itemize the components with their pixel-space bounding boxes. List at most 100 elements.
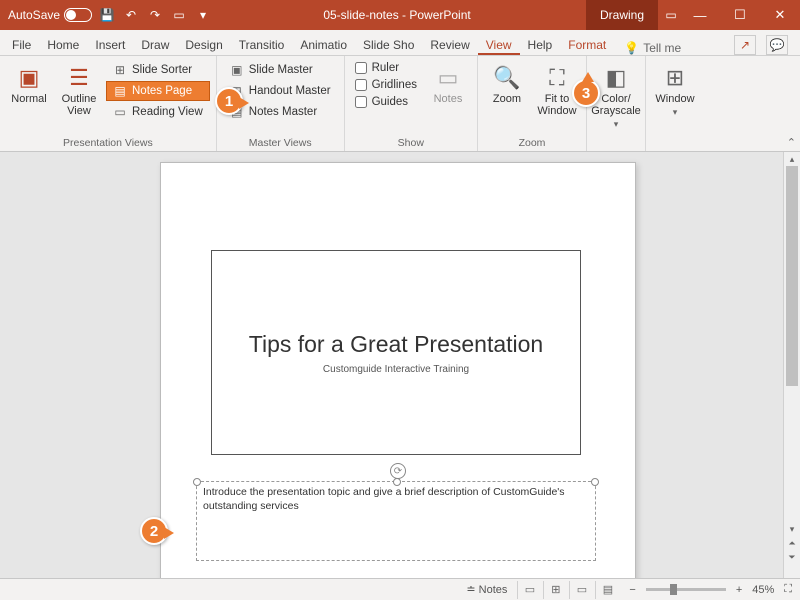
share-button[interactable]: ↗ [734,35,756,55]
fit-to-window-status-icon[interactable]: ⛶ [784,583,792,596]
notes-page-button[interactable]: ▤Notes Page [106,81,210,101]
zoom-out-button[interactable]: − [629,584,635,596]
contextual-tool-tab[interactable]: Drawing [586,0,658,30]
group-show: Ruler Gridlines Guides ▭ Notes Show [345,56,478,151]
callout-1: 1 [215,87,243,115]
start-from-beginning-icon[interactable]: ▭ [170,6,188,24]
close-button[interactable]: ✕ [760,0,800,30]
tab-transitions[interactable]: Transitio [231,34,293,55]
autosave-label: AutoSave [8,8,60,22]
group-label: Presentation Views [6,135,210,149]
autosave-switch-icon[interactable] [64,8,92,22]
ruler-checkbox[interactable]: Ruler [351,60,421,76]
tab-review[interactable]: Review [422,34,477,55]
lightbulb-icon: 💡 [624,41,639,55]
notes-icon: ▭ [438,66,459,90]
slide-master-button[interactable]: ▣Slide Master [223,60,338,80]
zoom-percentage[interactable]: 45% [752,584,774,596]
comments-button[interactable]: 💬 [766,35,788,55]
normal-view-button[interactable]: ▣ Normal [6,60,52,135]
tab-design[interactable]: Design [177,34,230,55]
ribbon-tabs: File Home Insert Draw Design Transitio A… [0,30,800,56]
window-button[interactable]: ⊞ Window ▾ [652,60,698,135]
chevron-down-icon: ▾ [614,120,619,130]
reading-view-button[interactable]: ▭Reading View [106,102,210,122]
reading-view-status-icon[interactable]: ▭ [569,581,593,599]
color-grayscale-icon: ◧ [606,66,627,90]
scroll-up-icon[interactable]: ▴ [784,152,800,166]
notes-page-icon: ▤ [113,84,127,98]
collapse-ribbon-icon[interactable]: ⌃ [787,136,796,149]
slide-title: Tips for a Great Presentation [249,331,543,358]
group-label: Master Views [223,135,338,149]
tab-format[interactable]: Format [560,34,614,55]
group-label: Zoom [484,135,580,149]
prev-slide-icon[interactable]: ⏶ [784,536,800,550]
scrollbar-thumb[interactable] [786,166,798,386]
tab-file[interactable]: File [4,34,39,55]
normal-view-icon: ▣ [19,66,40,90]
window-icon: ⊞ [666,66,684,90]
color-grayscale-button[interactable]: ◧ Color/ Grayscale ▾ [593,60,639,135]
save-icon[interactable]: 💾 [98,6,116,24]
notes-page[interactable]: Tips for a Great Presentation Customguid… [160,162,636,578]
group-color-grayscale: ◧ Color/ Grayscale ▾ [587,56,646,151]
normal-view-status-icon[interactable]: ▭ [517,581,541,599]
rotate-handle-icon[interactable]: ⟳ [390,463,406,479]
callout-2: 2 [140,517,168,545]
fit-window-icon: ⛶ [549,66,564,90]
undo-icon[interactable]: ↶ [122,6,140,24]
slide-thumbnail[interactable]: Tips for a Great Presentation Customguid… [211,250,581,455]
outline-view-button[interactable]: ☰ Outline View [56,60,102,135]
gridlines-checkbox[interactable]: Gridlines [351,77,421,93]
tab-view[interactable]: View [478,34,520,55]
chevron-down-icon: ▾ [673,108,678,118]
scroll-down-icon[interactable]: ▾ [784,522,800,536]
maximize-button[interactable]: ☐ [720,0,760,30]
document-title: 05-slide-notes - PowerPoint [212,8,582,22]
slide-sorter-button[interactable]: ⊞Slide Sorter [106,60,210,80]
qat-dropdown-icon[interactable]: ▾ [194,6,212,24]
selection-handle[interactable] [193,478,201,486]
zoom-slider[interactable] [646,588,726,591]
group-label [593,135,639,149]
ribbon: ▣ Normal ☰ Outline View ⊞Slide Sorter ▤N… [0,56,800,152]
vertical-scrollbar[interactable]: ▴ ▾ ⏶ ⏷ [783,152,800,578]
notes-text-box[interactable]: Introduce the presentation topic and giv… [196,481,596,561]
slide-subtitle: Customguide Interactive Training [323,364,469,375]
outline-view-icon: ☰ [69,66,89,90]
tab-slideshow[interactable]: Slide Sho [355,34,422,55]
minimize-button[interactable]: — [680,0,720,30]
zoom-in-button[interactable]: + [736,584,742,596]
group-presentation-views: ▣ Normal ☰ Outline View ⊞Slide Sorter ▤N… [0,56,217,151]
selection-handle[interactable] [393,478,401,486]
slide-master-icon: ▣ [230,63,244,77]
guides-checkbox[interactable]: Guides [351,94,421,110]
tell-me-label: Tell me [643,41,681,55]
autosave-toggle[interactable]: AutoSave [8,8,92,22]
group-label [652,135,698,149]
callout-3: 3 [572,79,600,107]
group-zoom: 🔍 Zoom ⛶ Fit to Window Zoom [478,56,587,151]
next-slide-icon[interactable]: ⏷ [784,550,800,564]
notes-page-workspace: Tips for a Great Presentation Customguid… [0,152,800,578]
reading-view-icon: ▭ [113,105,127,119]
tab-home[interactable]: Home [39,34,87,55]
tab-draw[interactable]: Draw [133,34,177,55]
notes-toggle[interactable]: ≐ Notes [466,583,507,596]
notes-button: ▭ Notes [425,60,471,135]
selection-handle[interactable] [591,478,599,486]
notes-text: Introduce the presentation topic and giv… [203,486,565,512]
zoom-button[interactable]: 🔍 Zoom [484,60,530,135]
tab-help[interactable]: Help [520,34,561,55]
zoom-icon: 🔍 [493,66,520,90]
group-window: ⊞ Window ▾ [646,56,704,151]
ribbon-display-icon[interactable]: ▭ [662,6,680,24]
redo-icon[interactable]: ↷ [146,6,164,24]
slide-sorter-status-icon[interactable]: ⊞ [543,581,567,599]
tab-animations[interactable]: Animatio [292,34,355,55]
tell-me-search[interactable]: 💡 Tell me [624,41,681,55]
title-bar: AutoSave 💾 ↶ ↷ ▭ ▾ 05-slide-notes - Powe… [0,0,800,30]
slideshow-status-icon[interactable]: ▤ [595,581,619,599]
tab-insert[interactable]: Insert [87,34,133,55]
